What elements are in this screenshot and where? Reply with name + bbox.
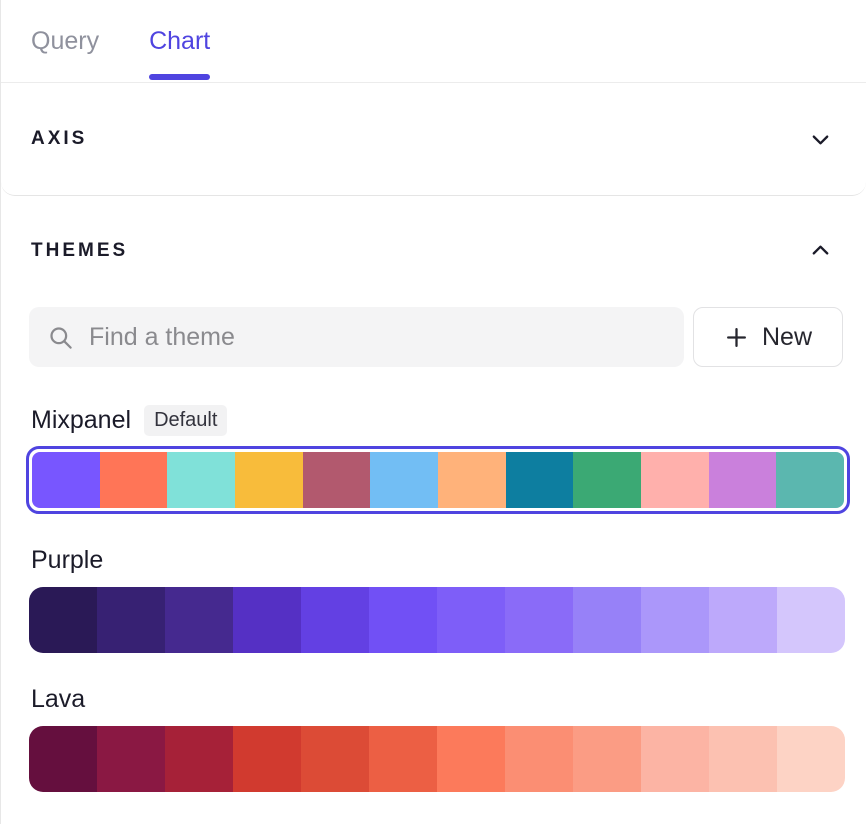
color-cell bbox=[29, 587, 97, 653]
themes-section: THEMES Find a theme bbox=[1, 239, 866, 824]
theme-swatch[interactable] bbox=[32, 452, 844, 508]
theme-name: Lava bbox=[31, 685, 85, 714]
color-cell bbox=[776, 452, 844, 508]
color-cell bbox=[370, 452, 438, 508]
theme-swatch[interactable] bbox=[29, 726, 845, 792]
axis-section-header[interactable]: AXIS bbox=[1, 83, 866, 196]
color-cell bbox=[301, 726, 369, 792]
color-cell bbox=[709, 726, 777, 792]
color-cell bbox=[709, 587, 777, 653]
color-cell bbox=[505, 726, 573, 792]
axis-section-title: AXIS bbox=[31, 128, 87, 150]
theme-name: Mixpanel bbox=[31, 406, 131, 435]
color-cell bbox=[641, 452, 709, 508]
theme-label-row: Purple bbox=[31, 546, 836, 575]
color-cell bbox=[29, 726, 97, 792]
chart-settings-panel: Query Chart AXIS THEMES bbox=[0, 0, 866, 824]
color-cell bbox=[165, 587, 233, 653]
search-icon bbox=[47, 324, 74, 351]
color-cell bbox=[506, 452, 574, 508]
color-cell bbox=[165, 726, 233, 792]
color-cell bbox=[233, 587, 301, 653]
new-theme-button-label: New bbox=[762, 323, 812, 352]
color-cell bbox=[32, 452, 100, 508]
color-cell bbox=[777, 726, 845, 792]
color-cell bbox=[438, 452, 506, 508]
chevron-down-icon[interactable] bbox=[809, 128, 832, 151]
theme-label-row: Lava bbox=[31, 685, 836, 714]
color-cell bbox=[641, 726, 709, 792]
color-cell bbox=[641, 587, 709, 653]
color-cell bbox=[777, 587, 845, 653]
color-cell bbox=[709, 452, 777, 508]
color-cell bbox=[233, 726, 301, 792]
color-cell bbox=[437, 726, 505, 792]
themes-section-header[interactable]: THEMES bbox=[31, 239, 832, 262]
theme-list: MixpanelDefaultPurpleLavaMist bbox=[1, 405, 866, 824]
color-cell bbox=[573, 452, 641, 508]
plus-icon bbox=[724, 325, 749, 350]
tab-chart[interactable]: Chart bbox=[149, 0, 210, 82]
search-input[interactable]: Find a theme bbox=[29, 307, 684, 367]
color-cell bbox=[303, 452, 371, 508]
selected-theme-ring[interactable] bbox=[26, 446, 850, 514]
color-cell bbox=[573, 587, 641, 653]
color-cell bbox=[97, 726, 165, 792]
themes-section-title: THEMES bbox=[31, 240, 128, 262]
tab-bar: Query Chart bbox=[1, 0, 866, 83]
chevron-up-icon[interactable] bbox=[809, 239, 832, 262]
color-cell bbox=[301, 587, 369, 653]
search-placeholder: Find a theme bbox=[89, 323, 235, 352]
theme-name: Purple bbox=[31, 546, 103, 575]
color-cell bbox=[100, 452, 168, 508]
theme-search-row: Find a theme New bbox=[29, 307, 843, 367]
color-cell bbox=[505, 587, 573, 653]
new-theme-button[interactable]: New bbox=[693, 307, 843, 367]
default-badge: Default bbox=[144, 405, 227, 436]
color-cell bbox=[369, 726, 437, 792]
color-cell bbox=[97, 587, 165, 653]
tab-query[interactable]: Query bbox=[31, 0, 99, 82]
color-cell bbox=[369, 587, 437, 653]
color-cell bbox=[235, 452, 303, 508]
color-cell bbox=[573, 726, 641, 792]
color-cell bbox=[437, 587, 505, 653]
color-cell bbox=[167, 452, 235, 508]
theme-swatch[interactable] bbox=[29, 587, 845, 653]
theme-label-row: Mixpanel Default bbox=[31, 405, 836, 436]
